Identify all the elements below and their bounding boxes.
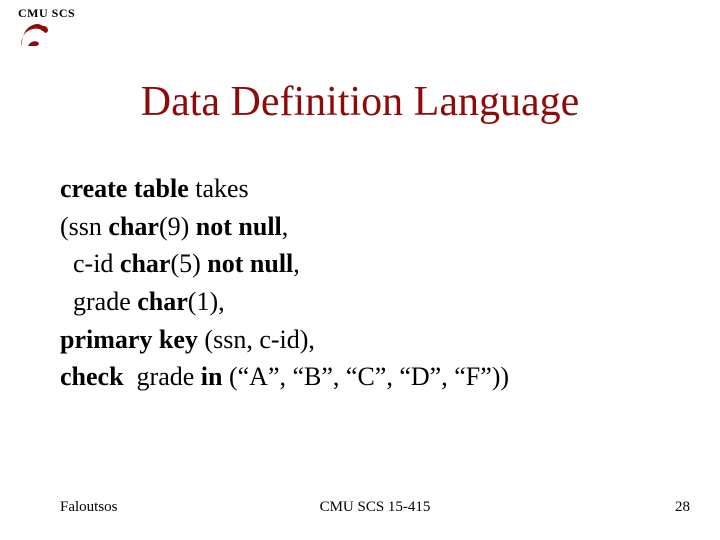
txt: (ssn: [60, 212, 108, 241]
code-line-2: (ssn char(9) not null,: [60, 208, 680, 246]
code-line-1: create table takes: [60, 170, 680, 208]
txt: c-id: [60, 249, 120, 278]
footer: Faloutsos CMU SCS 15-415 28: [60, 499, 690, 516]
code-line-3: c-id char(5) not null,: [60, 245, 680, 283]
code-line-4: grade char(1),: [60, 283, 680, 321]
code-line-5: primary key (ssn, c-id),: [60, 321, 680, 359]
kw-notnull: not null: [207, 249, 293, 278]
txt: (ssn, c-id),: [198, 325, 315, 354]
kw-in: in: [201, 362, 223, 391]
kw-check: check: [60, 362, 124, 391]
txt: (5): [170, 249, 207, 278]
footer-course: CMU SCS 15-415: [320, 499, 431, 516]
txt: takes: [189, 174, 249, 203]
kw-notnull: not null: [196, 212, 282, 241]
cmu-dragon-logo: [18, 22, 52, 55]
code-block: create table takes (ssn char(9) not null…: [60, 170, 680, 396]
txt: ,: [282, 212, 289, 241]
org-label: CMU SCS: [18, 6, 75, 21]
txt: (1),: [188, 287, 225, 316]
txt: (9): [159, 212, 196, 241]
kw-primarykey: primary key: [60, 325, 198, 354]
kw-char: char: [120, 249, 171, 278]
txt: grade: [124, 362, 201, 391]
kw-char: char: [108, 212, 159, 241]
header: CMU SCS: [18, 6, 75, 21]
txt: grade: [60, 287, 137, 316]
slide-title: Data Definition Language: [0, 78, 720, 126]
code-line-6: check grade in (“A”, “B”, “C”, “D”, “F”)…: [60, 358, 680, 396]
txt: (“A”, “B”, “C”, “D”, “F”)): [222, 362, 509, 391]
footer-author: Faloutsos: [60, 499, 118, 516]
txt: ,: [293, 249, 300, 278]
kw-create-table: create table: [60, 174, 189, 203]
kw-char: char: [137, 287, 188, 316]
footer-page-number: 28: [675, 499, 690, 516]
